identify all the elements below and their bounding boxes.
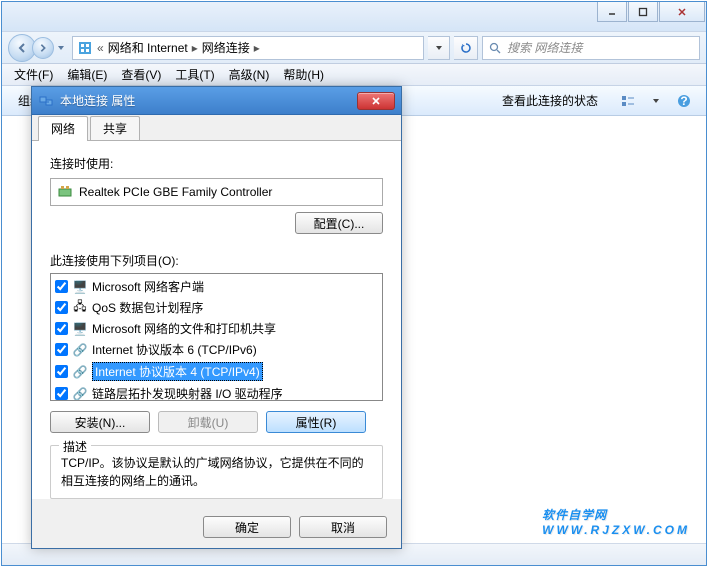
description-label: 描述 [59, 438, 91, 455]
menu-file[interactable]: 文件(F) [8, 64, 59, 85]
list-item: 🔗Internet 协议版本 6 (TCP/IPv6) [51, 339, 382, 360]
description-group: 描述 TCP/IP。该协议是默认的广域网络协议，它提供在不同的相互连接的网络上的… [50, 445, 383, 499]
items-label: 此连接使用下列项目(O): [50, 252, 383, 269]
adapter-icon [57, 184, 73, 200]
address-bar: « 网络和 Internet ▸ 网络连接 ▸ 搜索 网络连接 [2, 32, 706, 64]
refresh-button[interactable] [454, 36, 478, 60]
dialog-close-button[interactable] [357, 92, 395, 110]
uninstall-button: 卸载(U) [158, 411, 258, 433]
ok-button[interactable]: 确定 [203, 516, 291, 538]
watermark: 软件自学网 WWW.RJZXW.COM [542, 490, 690, 537]
view-mode-button[interactable] [616, 89, 640, 113]
dialog-titlebar[interactable]: 本地连接 属性 [32, 87, 401, 115]
service-icon: 🖥️ [72, 321, 88, 337]
menu-view[interactable]: 查看(V) [115, 64, 167, 85]
control-panel-icon [77, 40, 93, 56]
dialog-title: 本地连接 属性 [60, 92, 357, 109]
tab-network[interactable]: 网络 [38, 116, 88, 141]
tab-share[interactable]: 共享 [90, 116, 140, 140]
svg-text:?: ? [680, 94, 687, 108]
nav-forward-button[interactable] [32, 37, 54, 59]
tab-strip: 网络 共享 [32, 115, 401, 141]
help-button[interactable]: ? [672, 89, 696, 113]
install-button[interactable]: 安装(N)... [50, 411, 150, 433]
protocol-icon: 🔗 [72, 386, 88, 402]
window-titlebar [2, 2, 706, 32]
breadcrumb[interactable]: « 网络和 Internet ▸ 网络连接 ▸ [72, 36, 424, 60]
view-dropdown[interactable] [644, 89, 668, 113]
menu-edit[interactable]: 编辑(E) [61, 64, 113, 85]
view-status-link[interactable]: 查看此连接的状态 [496, 90, 604, 111]
crumb-network-connections[interactable]: 网络连接 [198, 39, 254, 56]
menu-advanced[interactable]: 高级(N) [223, 64, 276, 85]
search-input[interactable]: 搜索 网络连接 [482, 36, 700, 60]
maximize-button[interactable] [628, 2, 658, 22]
address-dropdown[interactable] [428, 36, 450, 60]
list-item-selected: 🔗Internet 协议版本 4 (TCP/IPv4) [51, 360, 382, 383]
protocol-icon: 🔗 [72, 364, 88, 380]
close-button[interactable] [659, 2, 705, 22]
crumb-network-internet[interactable]: 网络和 Internet [104, 39, 192, 56]
menu-help[interactable]: 帮助(H) [277, 64, 330, 85]
list-item: 🖥️Microsoft 网络客户端 [51, 276, 382, 297]
cancel-button[interactable]: 取消 [299, 516, 387, 538]
configure-button[interactable]: 配置(C)... [295, 212, 383, 234]
explorer-window: « 网络和 Internet ▸ 网络连接 ▸ 搜索 网络连接 文件(F) 编辑… [1, 1, 707, 566]
properties-dialog: 本地连接 属性 网络 共享 连接时使用: Realtek PCIe GBE Fa… [31, 86, 402, 549]
list-item: 🔗链路层拓扑发现映射器 I/O 驱动程序 [51, 383, 382, 401]
list-item: 🖧QoS 数据包计划程序 [51, 297, 382, 318]
connect-using-label: 连接时使用: [50, 155, 383, 172]
connection-icon [38, 93, 54, 109]
menu-tools[interactable]: 工具(T) [169, 64, 220, 85]
description-text: TCP/IP。该协议是默认的广域网络协议，它提供在不同的相互连接的网络上的通讯。 [61, 454, 372, 490]
adapter-name: Realtek PCIe GBE Family Controller [79, 185, 272, 199]
menu-bar: 文件(F) 编辑(E) 查看(V) 工具(T) 高级(N) 帮助(H) [2, 64, 706, 86]
service-icon: 🖧 [72, 300, 88, 316]
list-item: 🖥️Microsoft 网络的文件和打印机共享 [51, 318, 382, 339]
search-icon [487, 40, 503, 56]
protocol-icon: 🔗 [72, 342, 88, 358]
adapter-field: Realtek PCIe GBE Family Controller [50, 178, 383, 206]
client-icon: 🖥️ [72, 279, 88, 295]
properties-button[interactable]: 属性(R) [266, 411, 366, 433]
nav-history-dropdown[interactable] [54, 37, 68, 59]
minimize-button[interactable] [597, 2, 627, 22]
items-listbox[interactable]: 🖥️Microsoft 网络客户端 🖧QoS 数据包计划程序 🖥️Microso… [50, 273, 383, 401]
